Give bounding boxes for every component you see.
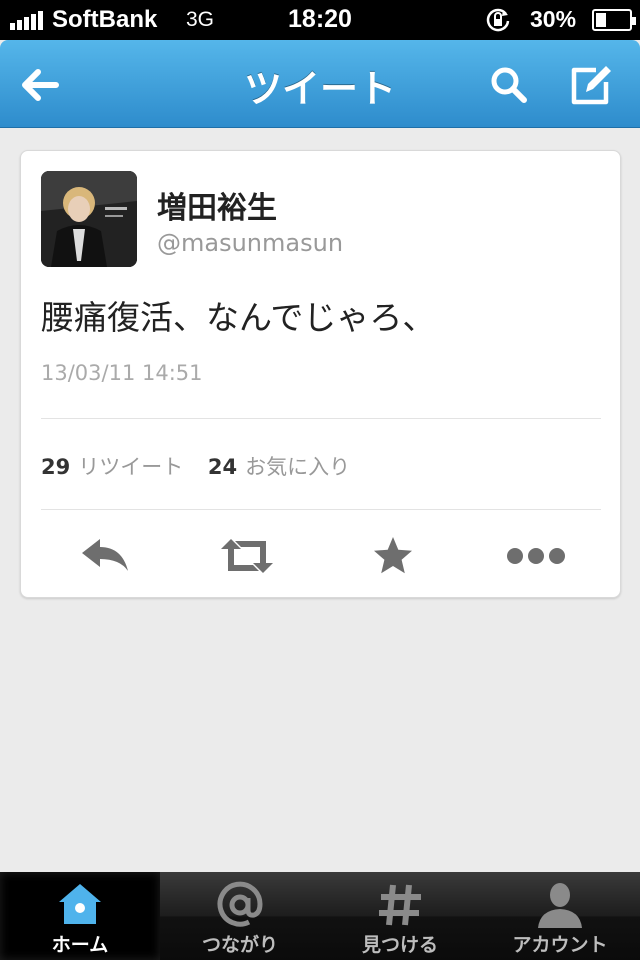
retweet-count-label[interactable]: リツイート: [78, 455, 183, 479]
tab-label: アカウント: [512, 934, 608, 956]
retweet-count[interactable]: 29: [41, 455, 70, 479]
hash-icon: [379, 884, 421, 926]
page-title: ツイート: [243, 67, 396, 111]
tab-bar: ホーム つながり 見つける アカウント: [0, 872, 640, 960]
tab-home[interactable]: ホーム: [0, 872, 160, 960]
retweet-icon[interactable]: [217, 531, 277, 581]
at-icon: [217, 881, 263, 927]
user-name[interactable]: 増田裕生: [157, 183, 277, 227]
tweet-stats: 29 リツイート 24 お気に入り: [41, 451, 350, 481]
compose-icon[interactable]: [566, 60, 616, 110]
favorite-icon[interactable]: [363, 531, 423, 581]
search-icon[interactable]: [484, 60, 534, 110]
user-handle[interactable]: @masunmasun: [157, 229, 343, 257]
tab-label: 見つける: [361, 934, 438, 956]
account-icon: [538, 883, 582, 928]
battery-percent: 30%: [530, 6, 577, 32]
tab-connect[interactable]: つながり: [160, 872, 320, 960]
battery-icon: [592, 9, 636, 31]
rotation-lock-icon: [486, 8, 510, 32]
tab-discover[interactable]: 見つける: [320, 872, 480, 960]
status-bar: SoftBank 3G 18:20 30%: [0, 0, 640, 40]
avatar[interactable]: [41, 171, 137, 267]
tab-label: つながり: [201, 934, 278, 956]
tweet-timestamp: 13/03/11 14:51: [41, 361, 203, 385]
favorite-count-label[interactable]: お気に入り: [245, 455, 350, 479]
favorite-count[interactable]: 24: [208, 455, 237, 479]
tab-label: ホーム: [51, 934, 109, 956]
reply-icon[interactable]: [76, 531, 136, 581]
home-icon: [59, 884, 101, 924]
divider: [41, 509, 601, 510]
more-icon[interactable]: [506, 531, 566, 581]
tab-account[interactable]: アカウント: [480, 872, 640, 960]
navigation-bar: ツイート: [0, 40, 640, 128]
tweet-text: 腰痛復活、なんでじゃろ、: [41, 298, 436, 337]
divider: [41, 418, 601, 419]
avatar-image: [41, 171, 137, 267]
tweet-card: 増田裕生 @masunmasun 腰痛復活、なんでじゃろ、 13/03/11 1…: [20, 150, 621, 598]
